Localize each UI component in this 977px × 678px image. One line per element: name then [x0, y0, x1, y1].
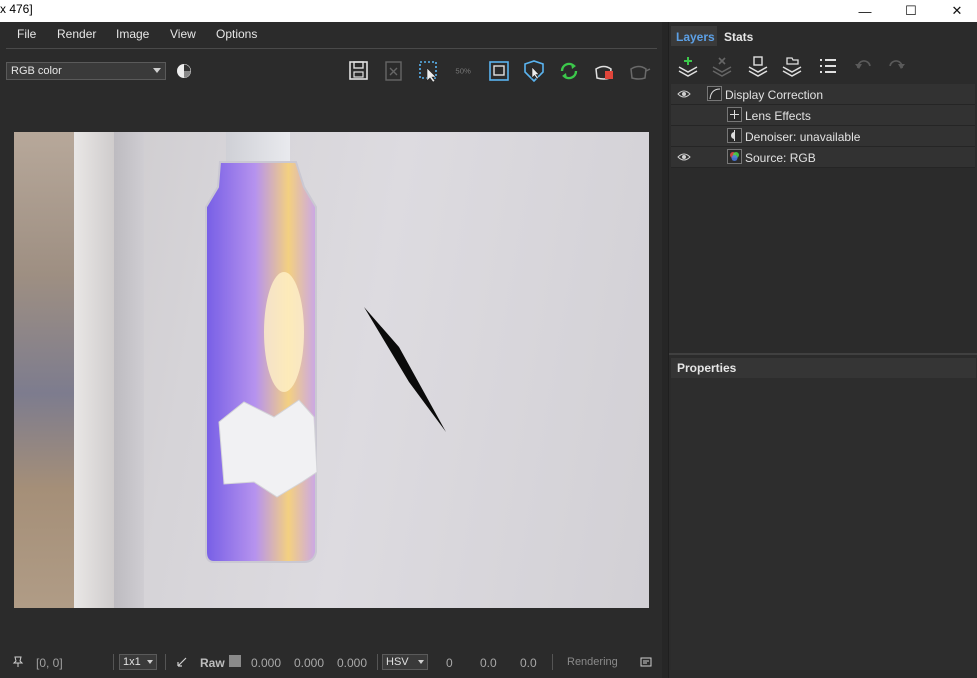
layer-toolbar: [669, 50, 977, 82]
layer-list-icon[interactable]: [813, 52, 843, 80]
status-divider: [165, 654, 166, 670]
maximize-button[interactable]: ☐: [888, 0, 934, 22]
layers-panel: Layers Stats Display Correction Lens Eff…: [668, 22, 977, 678]
render-last-icon[interactable]: [590, 58, 618, 84]
teapot-icon[interactable]: [625, 58, 653, 84]
zoom-icon[interactable]: 50%: [450, 58, 478, 84]
refresh-icon[interactable]: [555, 58, 583, 84]
monochrome-icon[interactable]: [175, 62, 193, 80]
layer-row-source-rgb[interactable]: Source: RGB: [671, 147, 975, 168]
curve-icon: [707, 86, 722, 101]
menu-divider: [6, 48, 657, 49]
zoom-label: 50%: [455, 67, 471, 76]
value-b: 0.000: [337, 656, 368, 670]
status-bar: [0, 0] 1x1 Raw 0.000 0.000 0.000 HSV 0 0…: [0, 650, 662, 674]
layer-label: Source: RGB: [745, 151, 816, 165]
layer-label: Denoiser: unavailable: [745, 130, 861, 144]
minimize-button[interactable]: —: [842, 0, 888, 22]
layer-row-display-correction[interactable]: Display Correction: [671, 84, 975, 105]
sampling-value: 1x1: [123, 656, 141, 668]
menu-bar: File Render Image View Options: [0, 22, 662, 48]
pin-icon[interactable]: [12, 656, 24, 671]
color-swatch: [229, 655, 241, 667]
delete-layer-icon[interactable]: [707, 52, 737, 80]
menu-file[interactable]: File: [17, 27, 36, 41]
properties-title: Properties: [671, 358, 976, 378]
region-render-icon[interactable]: [485, 58, 513, 84]
status-divider: [113, 654, 114, 670]
layer-row-denoiser[interactable]: Denoiser: unavailable: [671, 126, 975, 147]
layer-list: Display Correction Lens Effects Denoiser…: [671, 84, 975, 168]
layer-row-lens-effects[interactable]: Lens Effects: [671, 105, 975, 126]
chevron-down-icon: [147, 660, 153, 664]
add-layer-icon[interactable]: [673, 52, 703, 80]
frame-buffer: File Render Image View Options RGB color…: [0, 22, 662, 678]
tab-layers[interactable]: Layers: [671, 26, 717, 46]
render-bottle: [205, 132, 446, 563]
close-button[interactable]: ✕: [934, 0, 977, 22]
menu-options[interactable]: Options: [216, 27, 257, 41]
value-g: 0.000: [294, 656, 325, 670]
denoiser-icon: [727, 128, 742, 143]
layer-label: Display Correction: [725, 88, 824, 102]
eye-icon[interactable]: [677, 88, 691, 100]
render-image[interactable]: [14, 132, 649, 608]
title-bar: x 476] — ☐ ✕: [0, 0, 977, 22]
menu-image[interactable]: Image: [116, 27, 149, 41]
value-s: 0.0: [480, 656, 497, 670]
channel-select-value: RGB color: [11, 65, 62, 77]
rgb-source-icon: [727, 149, 742, 164]
layer-label: Lens Effects: [745, 109, 811, 123]
save-icon[interactable]: [345, 58, 373, 84]
color-mode-value: HSV: [386, 656, 409, 668]
value-v: 0.0: [520, 656, 537, 670]
value-h: 0: [446, 656, 453, 670]
value-r: 0.000: [251, 656, 282, 670]
menu-view[interactable]: View: [170, 27, 196, 41]
lens-effects-icon: [727, 107, 742, 122]
channel-select[interactable]: RGB color: [6, 62, 166, 80]
log-icon[interactable]: [640, 656, 652, 671]
tab-stats[interactable]: Stats: [719, 26, 759, 46]
status-divider: [377, 654, 378, 670]
redo-icon[interactable]: [881, 52, 911, 80]
properties-splitter[interactable]: [669, 353, 977, 355]
eye-icon[interactable]: [677, 151, 691, 163]
toolbar: RGB color 50%: [0, 52, 662, 88]
clear-icon[interactable]: [380, 58, 408, 84]
sampling-select[interactable]: 1x1: [119, 654, 157, 670]
undo-icon[interactable]: [849, 52, 879, 80]
region-select-icon[interactable]: [415, 58, 443, 84]
color-mode-select[interactable]: HSV: [382, 654, 428, 670]
pixel-coords: [0, 0]: [36, 656, 63, 670]
status-divider: [552, 654, 553, 670]
render-status: Rendering: [567, 656, 618, 668]
chevron-down-icon: [418, 660, 424, 664]
track-mouse-icon[interactable]: [520, 58, 548, 84]
menu-render[interactable]: Render: [57, 27, 96, 41]
save-layers-icon[interactable]: [743, 52, 773, 80]
raw-label: Raw: [200, 656, 225, 670]
chevron-down-icon: [153, 68, 161, 73]
window-title: x 476]: [0, 2, 33, 16]
properties-body: [671, 378, 976, 670]
load-layers-icon[interactable]: [777, 52, 807, 80]
color-picker-icon[interactable]: [176, 656, 188, 671]
